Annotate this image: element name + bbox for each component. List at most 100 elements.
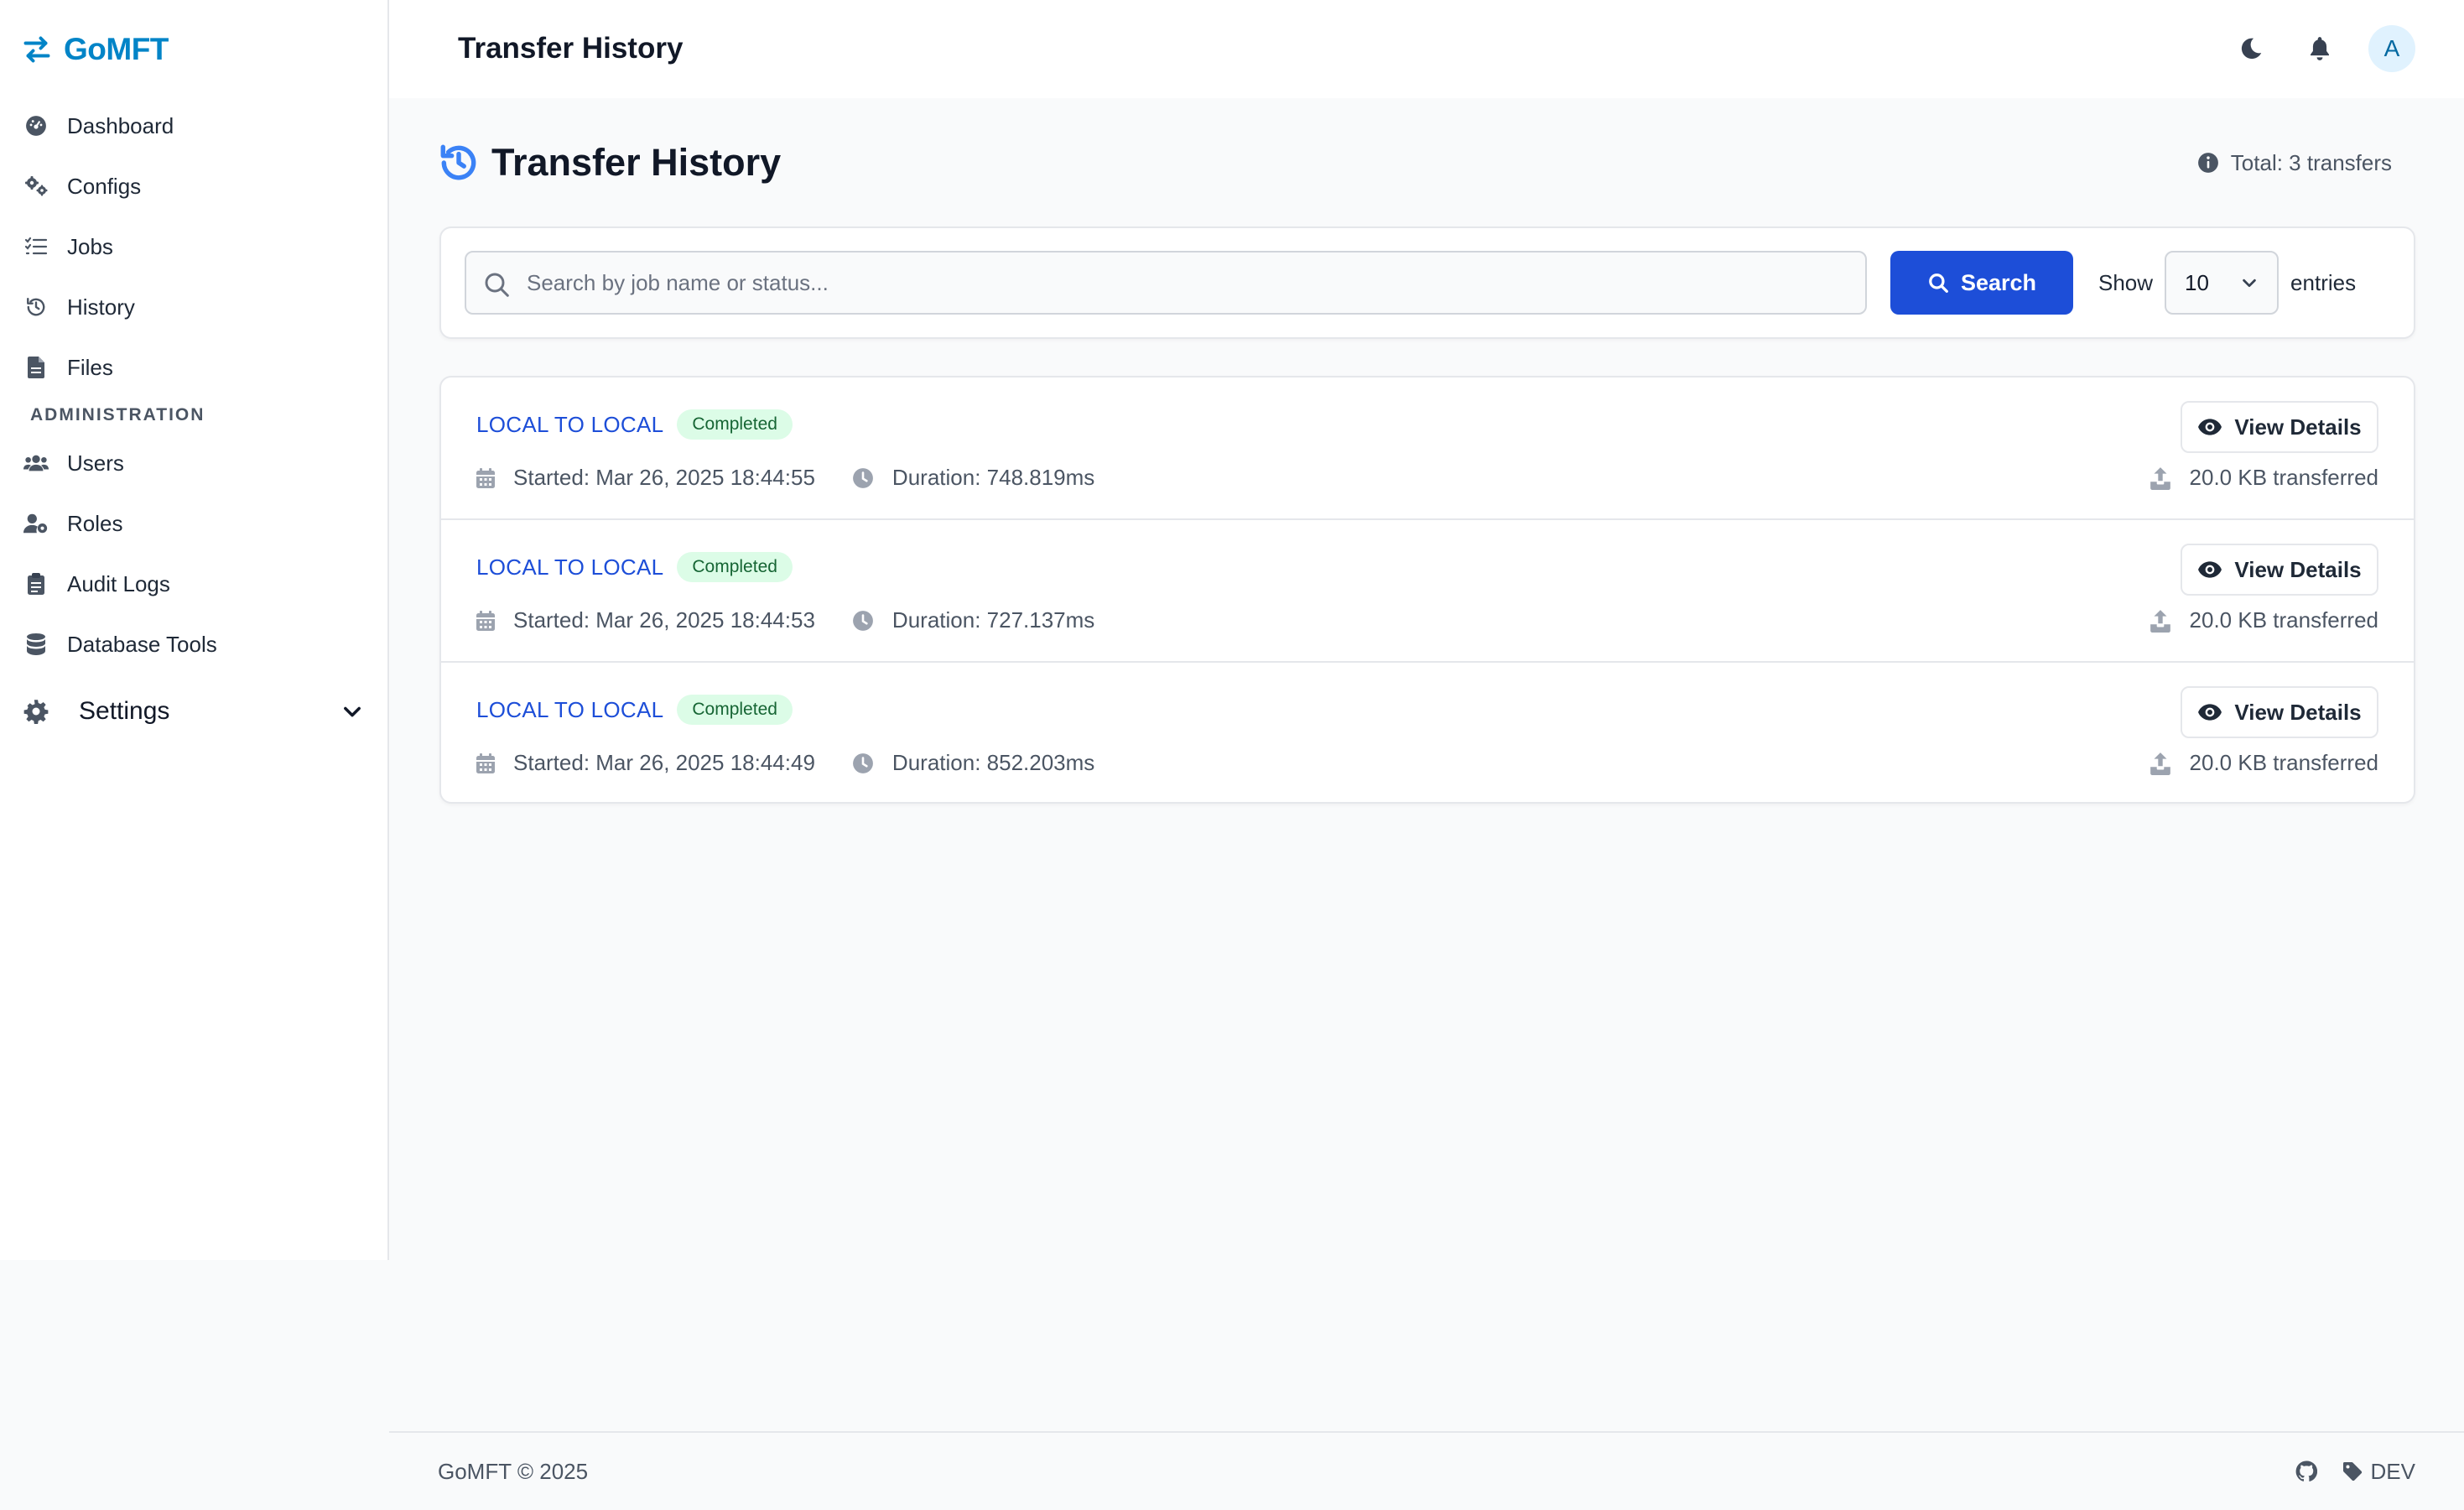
transfer-size-text: 20.0 KB transferred: [2189, 607, 2378, 633]
search-input[interactable]: [466, 253, 1865, 313]
transfer-arrows-icon: [22, 34, 52, 65]
started-text: Started: Mar 26, 2025 18:44:55: [513, 465, 815, 490]
transfer-size: 20.0 KB transferred: [2150, 607, 2378, 633]
upload-icon: [2150, 466, 2171, 490]
sidebar-nav: Dashboard Configs Jobs History Files ADM…: [0, 96, 387, 748]
entries-label: entries: [2290, 269, 2357, 295]
row-header: LOCAL TO LOCAL Completed: [476, 409, 793, 440]
sidebar-item-audit-logs[interactable]: Audit Logs: [0, 554, 387, 614]
sidebar-item-label: Database Tools: [67, 631, 217, 657]
page-title: Transfer History: [491, 141, 782, 184]
sidebar-item-dashboard[interactable]: Dashboard: [0, 96, 387, 156]
calendar-icon: [476, 752, 495, 774]
view-details-button[interactable]: View Details: [2181, 686, 2378, 738]
row-meta: Started: Mar 26, 2025 18:44:49 Duration:…: [476, 750, 1094, 776]
dark-mode-toggle[interactable]: [2231, 29, 2271, 69]
sidebar-item-label: Jobs: [67, 233, 113, 259]
calendar-icon: [476, 610, 495, 632]
search-icon: [483, 271, 510, 298]
transfer-size-text: 20.0 KB transferred: [2189, 750, 2378, 775]
eye-icon: [2197, 703, 2222, 721]
entries-value: 10: [2185, 269, 2209, 295]
history-icon: [23, 294, 49, 320]
duration-info: Duration: 852.203ms: [852, 750, 1094, 776]
row-meta: Started: Mar 26, 2025 18:44:53 Duration:…: [476, 607, 1094, 633]
footer-copyright: GoMFT © 2025: [438, 1458, 589, 1484]
status-badge: Completed: [677, 552, 793, 582]
row-header: LOCAL TO LOCAL Completed: [476, 552, 793, 582]
gear-icon: [23, 699, 49, 724]
github-icon[interactable]: [2295, 1461, 2317, 1482]
sidebar-item-label: Users: [67, 450, 124, 476]
user-gear-icon: [23, 511, 49, 536]
sidebar-item-label: Roles: [67, 510, 123, 536]
started-text: Started: Mar 26, 2025 18:44:53: [513, 607, 815, 633]
top-bar: Transfer History A: [389, 0, 2464, 98]
sidebar-item-roles[interactable]: Roles: [0, 493, 387, 554]
search-icon: [1927, 272, 1949, 294]
chevron-down-icon: [2240, 273, 2259, 292]
footer-links: DEV: [2295, 1459, 2415, 1485]
job-name-link[interactable]: LOCAL TO LOCAL: [476, 555, 663, 581]
version-text: DEV: [2370, 1458, 2415, 1484]
duration-info: Duration: 748.819ms: [852, 465, 1094, 491]
duration-text: Duration: 727.137ms: [892, 607, 1095, 633]
list-item: LOCAL TO LOCAL Completed Started: Mar 26…: [441, 663, 2414, 802]
sidebar-item-label: History: [67, 294, 135, 320]
sidebar-section-administration: ADMINISTRATION: [30, 405, 205, 424]
duration-text: Duration: 748.819ms: [892, 465, 1095, 490]
clipboard-icon: [23, 571, 49, 596]
started-info: Started: Mar 26, 2025 18:44:53: [476, 607, 815, 633]
footer: GoMFT © 2025 DEV: [389, 1431, 2464, 1510]
brand-name: GoMFT: [64, 32, 169, 66]
page-header: Transfer History Total: 3 transfers: [438, 138, 2415, 188]
top-actions: A: [2231, 25, 2415, 72]
row-meta: Started: Mar 26, 2025 18:44:55 Duration:…: [476, 465, 1094, 491]
sidebar-item-label: Files: [67, 354, 113, 380]
job-name-link[interactable]: LOCAL TO LOCAL: [476, 697, 663, 723]
sidebar-item-configs[interactable]: Configs: [0, 156, 387, 216]
search-button-label: Search: [1960, 269, 2037, 295]
chevron-down-icon[interactable]: [340, 700, 364, 723]
list-item: LOCAL TO LOCAL Completed Started: Mar 26…: [441, 378, 2414, 520]
info-icon: [2197, 152, 2219, 174]
duration-text: Duration: 852.203ms: [892, 750, 1095, 775]
file-icon: [23, 355, 49, 380]
avatar[interactable]: A: [2368, 25, 2415, 72]
job-name-link[interactable]: LOCAL TO LOCAL: [476, 412, 663, 438]
started-text: Started: Mar 26, 2025 18:44:49: [513, 750, 815, 775]
database-icon: [23, 632, 49, 657]
sidebar-item-label: Audit Logs: [67, 570, 170, 596]
started-info: Started: Mar 26, 2025 18:44:49: [476, 750, 815, 776]
sidebar-item-label: Configs: [67, 173, 142, 199]
brand-logo[interactable]: GoMFT: [22, 32, 169, 67]
total-text: Total: 3 transfers: [2230, 149, 2392, 175]
entries-select[interactable]: 10: [2165, 251, 2279, 315]
sidebar-item-database-tools[interactable]: Database Tools: [0, 614, 387, 674]
notifications-button[interactable]: [2300, 29, 2340, 69]
sidebar: GoMFT Dashboard Configs Jobs History Fil…: [0, 0, 389, 1260]
total-count: Total: 3 transfers: [2197, 150, 2392, 176]
bell-icon: [2308, 36, 2331, 61]
moon-icon: [2238, 36, 2264, 61]
clock-icon: [852, 752, 874, 774]
view-details-label: View Details: [2234, 556, 2362, 582]
view-details-label: View Details: [2234, 699, 2362, 725]
history-icon: [438, 142, 480, 184]
view-details-button[interactable]: View Details: [2181, 401, 2378, 453]
sidebar-item-users[interactable]: Users: [0, 433, 387, 493]
transfer-size-text: 20.0 KB transferred: [2189, 465, 2378, 490]
sidebar-item-label: Settings: [79, 697, 170, 725]
upload-icon: [2150, 752, 2171, 775]
sidebar-item-files[interactable]: Files: [0, 337, 387, 398]
sidebar-item-history[interactable]: History: [0, 277, 387, 337]
started-info: Started: Mar 26, 2025 18:44:55: [476, 465, 815, 491]
view-details-label: View Details: [2234, 414, 2362, 440]
transfer-list: LOCAL TO LOCAL Completed Started: Mar 26…: [439, 376, 2415, 804]
view-details-button[interactable]: View Details: [2181, 544, 2378, 596]
clock-icon: [852, 467, 874, 489]
sidebar-item-jobs[interactable]: Jobs: [0, 216, 387, 277]
sidebar-item-settings[interactable]: Settings: [0, 674, 387, 748]
gears-icon: [23, 174, 49, 199]
search-button[interactable]: Search: [1890, 251, 2073, 315]
